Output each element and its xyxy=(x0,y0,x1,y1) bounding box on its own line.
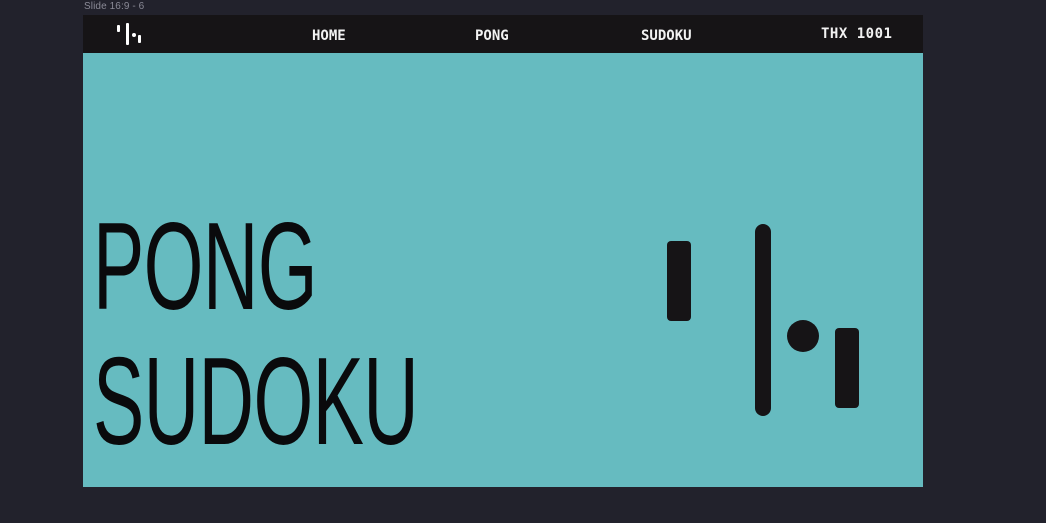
slide-frame: HOME PONG SUDOKU THX 1001 PONG SUDOKU xyxy=(83,15,923,487)
nav-item-thx-1001[interactable]: THX 1001 xyxy=(821,26,892,42)
hero-title-line-1: PONG xyxy=(93,198,318,336)
right-paddle-shape xyxy=(835,328,859,408)
left-paddle-shape xyxy=(667,241,691,321)
frame-label[interactable]: Slide 16:9 - 6 xyxy=(84,1,144,12)
nav-item-pong[interactable]: PONG xyxy=(475,28,509,44)
nav-item-sudoku[interactable]: SUDOKU xyxy=(641,28,692,44)
center-net-shape xyxy=(755,224,771,416)
pong-logo-icon[interactable] xyxy=(115,23,143,45)
top-nav: HOME PONG SUDOKU THX 1001 xyxy=(83,15,923,53)
nav-item-home[interactable]: HOME xyxy=(312,28,346,44)
ball-shape xyxy=(787,320,819,352)
hero-title-line-2: SUDOKU xyxy=(93,333,419,471)
